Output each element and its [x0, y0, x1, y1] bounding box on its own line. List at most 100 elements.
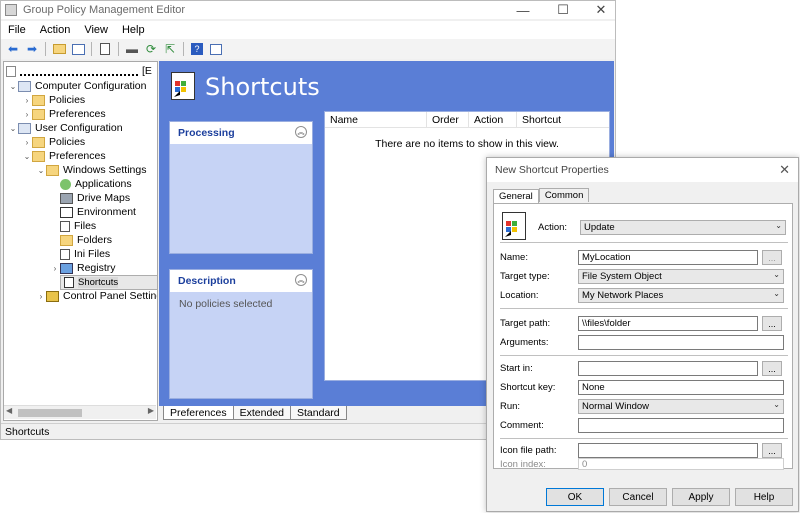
- chevron-right-icon[interactable]: ›: [22, 110, 32, 119]
- dialog-title: New Shortcut Properties: [495, 164, 609, 176]
- menu-file[interactable]: File: [1, 24, 33, 36]
- tree-environment[interactable]: Environment: [60, 205, 136, 219]
- shortcut-key-field[interactable]: None: [578, 380, 784, 395]
- chevron-right-icon[interactable]: ›: [22, 96, 32, 105]
- run-value: Normal Window: [582, 401, 650, 412]
- tree-folders[interactable]: Folders: [60, 233, 112, 247]
- properties-icon[interactable]: [208, 41, 224, 57]
- tree-horizontal-scrollbar[interactable]: ◀ ▶: [4, 405, 156, 419]
- location-select[interactable]: My Network Places ⌄: [578, 288, 784, 303]
- menu-bar: File Action View Help: [1, 21, 615, 39]
- ok-button[interactable]: OK: [546, 488, 604, 506]
- chevron-right-icon[interactable]: ›: [36, 292, 46, 301]
- folder-icon: [60, 234, 73, 246]
- tree-cc-policies[interactable]: › Policies: [22, 93, 86, 107]
- cancel-button[interactable]: Cancel: [609, 488, 667, 506]
- run-select[interactable]: Normal Window ⌄: [578, 399, 784, 414]
- start-in-row: Start in: ...: [500, 361, 782, 376]
- toolbar-separator: [118, 42, 119, 56]
- tab-common[interactable]: Common: [538, 188, 590, 202]
- tab-extended[interactable]: Extended: [232, 406, 291, 420]
- copy-icon[interactable]: [97, 41, 113, 57]
- help-button[interactable]: Help: [735, 488, 793, 506]
- scrollbar-thumb[interactable]: [18, 409, 82, 417]
- icon-path-browse-button[interactable]: ...: [762, 443, 782, 458]
- collapse-icon[interactable]: ︽: [295, 126, 307, 138]
- chevron-down-icon[interactable]: ⌄: [8, 82, 18, 91]
- icon-index-field[interactable]: 0: [578, 458, 784, 470]
- scroll-left-icon[interactable]: ◀: [6, 406, 12, 415]
- tab-general[interactable]: General: [493, 189, 539, 203]
- chevron-down-icon: ⌄: [773, 289, 780, 298]
- tree-registry[interactable]: › Registry: [50, 261, 116, 275]
- tree-files[interactable]: Files: [60, 219, 96, 233]
- target-path-field[interactable]: \\files\folder: [578, 316, 758, 331]
- tree-uc-preferences[interactable]: ⌄ Preferences: [22, 149, 106, 163]
- chevron-down-icon[interactable]: ⌄: [8, 124, 18, 133]
- tree-windows-settings[interactable]: ⌄ Windows Settings: [36, 163, 147, 177]
- ini-file-icon: [60, 248, 70, 260]
- tree-drive-maps[interactable]: Drive Maps: [60, 191, 130, 205]
- tree-uc-policies[interactable]: › Policies: [22, 135, 86, 149]
- tree-cc-preferences[interactable]: › Preferences: [22, 107, 106, 121]
- column-order[interactable]: Order: [427, 111, 469, 128]
- forward-icon[interactable]: ➡: [24, 41, 40, 57]
- close-button[interactable]: ✕: [579, 1, 623, 19]
- shortcut-key-label: Shortcut key:: [500, 382, 556, 393]
- minimize-button[interactable]: —: [501, 1, 545, 19]
- chevron-down-icon[interactable]: ⌄: [22, 152, 32, 161]
- show-hide-tree-icon[interactable]: [70, 41, 86, 57]
- shortcut-properties-dialog: New Shortcut Properties ✕ General Common…: [486, 157, 799, 512]
- target-type-label: Target type:: [500, 271, 550, 282]
- chevron-down-icon: ⌄: [775, 221, 782, 230]
- name-browse-button[interactable]: ...: [762, 250, 782, 265]
- export-icon[interactable]: ⇱: [162, 41, 178, 57]
- tree-shortcuts[interactable]: Shortcuts: [60, 275, 157, 290]
- tree-root[interactable]: [E: [6, 64, 152, 78]
- icon-path-row: Icon file path: ...: [500, 443, 782, 458]
- up-folder-icon[interactable]: [51, 41, 67, 57]
- start-in-browse-button[interactable]: ...: [762, 361, 782, 376]
- close-icon[interactable]: ✕: [779, 162, 790, 178]
- collapse-icon[interactable]: ︽: [295, 274, 307, 286]
- tree-label: Control Panel Setting: [63, 290, 158, 302]
- tree-user-configuration[interactable]: ⌄ User Configuration: [8, 121, 123, 135]
- applications-icon: [60, 178, 71, 190]
- tab-standard[interactable]: Standard: [290, 406, 347, 420]
- start-in-field[interactable]: [578, 361, 758, 376]
- chevron-right-icon[interactable]: ›: [50, 264, 60, 273]
- tree-label: Drive Maps: [77, 192, 131, 204]
- divider: [500, 438, 788, 439]
- refresh-icon[interactable]: ⟳: [143, 41, 159, 57]
- tree-computer-configuration[interactable]: ⌄ Computer Configuration: [8, 79, 147, 93]
- tab-preferences[interactable]: Preferences: [163, 406, 234, 420]
- arguments-field[interactable]: [578, 335, 784, 350]
- print-icon[interactable]: ▬: [124, 41, 140, 57]
- back-icon[interactable]: ⬅: [5, 41, 21, 57]
- chevron-right-icon[interactable]: ›: [22, 138, 32, 147]
- target-path-browse-button[interactable]: ...: [762, 316, 782, 331]
- help-icon[interactable]: ?: [189, 41, 205, 57]
- action-select[interactable]: Update ⌄: [580, 220, 786, 235]
- tree-applications[interactable]: Applications: [60, 177, 132, 191]
- name-label: Name:: [500, 252, 528, 263]
- name-field[interactable]: MyLocation: [578, 250, 758, 265]
- comment-field[interactable]: [578, 418, 784, 433]
- scroll-right-icon[interactable]: ▶: [148, 406, 154, 415]
- tree-ini-files[interactable]: Ini Files: [60, 247, 110, 261]
- column-shortcut[interactable]: Shortcut: [517, 112, 609, 128]
- menu-view[interactable]: View: [77, 24, 115, 36]
- folder-icon: [32, 150, 45, 162]
- policy-icon: [6, 65, 16, 77]
- apply-button[interactable]: Apply: [672, 488, 730, 506]
- icon-path-field[interactable]: [578, 443, 758, 458]
- column-name[interactable]: Name: [325, 111, 427, 128]
- chevron-down-icon[interactable]: ⌄: [36, 166, 46, 175]
- tree-label: User Configuration: [35, 122, 123, 134]
- column-action[interactable]: Action: [469, 111, 517, 128]
- title-bar: Group Policy Management Editor — ☐ ✕: [1, 1, 615, 19]
- tree-control-panel-settings[interactable]: › Control Panel Setting: [36, 289, 158, 303]
- menu-help[interactable]: Help: [115, 24, 152, 36]
- menu-action[interactable]: Action: [33, 24, 78, 36]
- target-type-select[interactable]: File System Object ⌄: [578, 269, 784, 284]
